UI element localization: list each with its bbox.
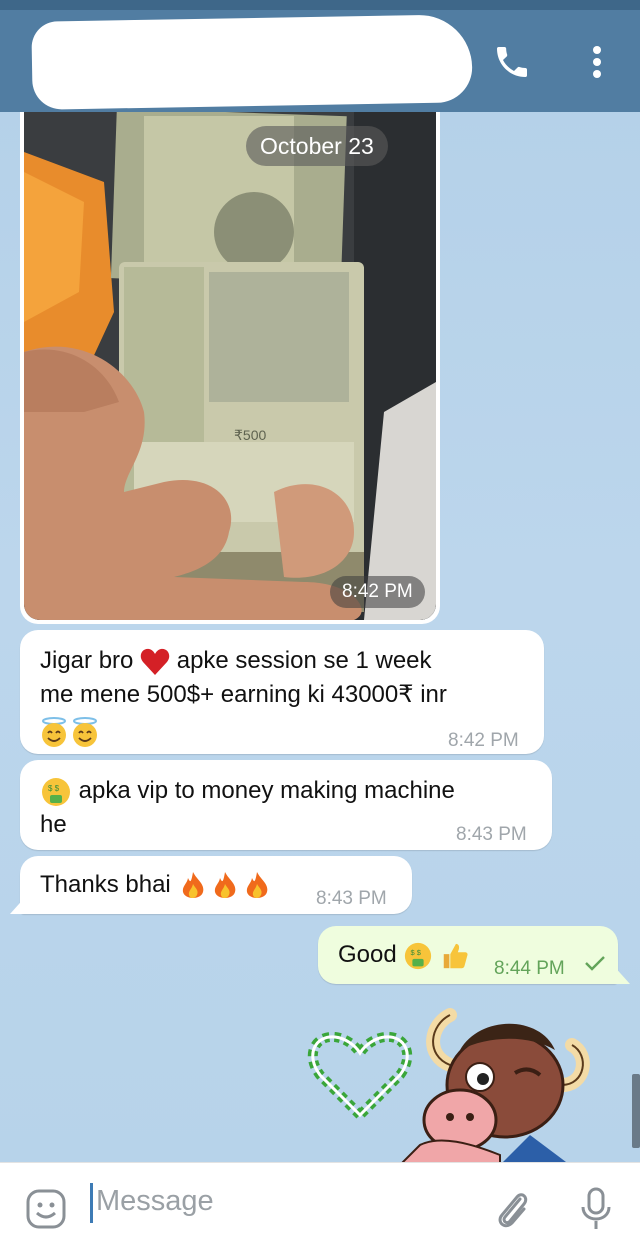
- svg-text:₹500: ₹500: [234, 427, 266, 443]
- bull-heart-sticker[interactable]: [300, 995, 600, 1165]
- red-heart-icon: [140, 648, 170, 675]
- incoming-message[interactable]: $ $ apka vip to money making machine he …: [20, 760, 552, 850]
- message-text: apka vip to money making machine: [78, 777, 455, 804]
- message-text: Thanks bhai: [40, 871, 171, 898]
- emoji-icon[interactable]: [24, 1187, 68, 1231]
- message-input-bar: Message: [0, 1162, 640, 1251]
- message-time: 8:44 PM: [494, 958, 565, 979]
- fire-icon: [183, 871, 268, 898]
- cash-photo[interactable]: ₹500: [24, 112, 436, 620]
- message-text: apke session se 1 week: [176, 647, 432, 674]
- message-time: 8:43 PM: [456, 824, 527, 845]
- paperclip-icon[interactable]: [492, 1187, 532, 1231]
- message-text: me mene 500$+ earning ki 43000₹ inr: [40, 681, 447, 708]
- message-text: Jigar bro: [40, 647, 134, 674]
- thumbs-up-icon: [443, 943, 468, 968]
- incoming-message[interactable]: Jigar bro apke session se 1 week me mene…: [20, 630, 544, 754]
- date-pill: October 23: [246, 126, 388, 166]
- money-mouth-face-icon: $ $: [405, 942, 432, 969]
- money-mouth-face-icon: $ $: [42, 777, 70, 806]
- message-text: he: [40, 811, 67, 838]
- message-input[interactable]: Message: [96, 1185, 214, 1218]
- text-cursor: [90, 1183, 93, 1223]
- outgoing-message[interactable]: Good $ $ 8:44 PM: [318, 926, 618, 984]
- photo-message-bubble[interactable]: ₹500: [20, 112, 440, 624]
- more-vertical-icon[interactable]: [584, 42, 610, 82]
- microphone-icon[interactable]: [576, 1185, 616, 1233]
- sent-check-icon: [585, 956, 605, 971]
- contact-name-redaction[interactable]: [31, 14, 473, 110]
- smiling-face-with-halo-icon: [42, 716, 97, 747]
- svg-text:$ $: $ $: [411, 948, 422, 957]
- candlestick-heart-icon: [307, 1031, 413, 1123]
- message-time: 8:43 PM: [316, 888, 387, 909]
- message-text: Good: [338, 941, 397, 968]
- incoming-message[interactable]: Thanks bhai 8:43 PM: [20, 856, 412, 914]
- phone-icon[interactable]: [492, 42, 532, 82]
- chat-header: [0, 0, 640, 112]
- status-bar: [0, 0, 640, 10]
- message-time: 8:42 PM: [448, 730, 519, 751]
- photo-timestamp: 8:42 PM: [330, 576, 425, 608]
- svg-text:$ $: $ $: [48, 784, 60, 793]
- scroll-indicator[interactable]: [632, 1074, 640, 1148]
